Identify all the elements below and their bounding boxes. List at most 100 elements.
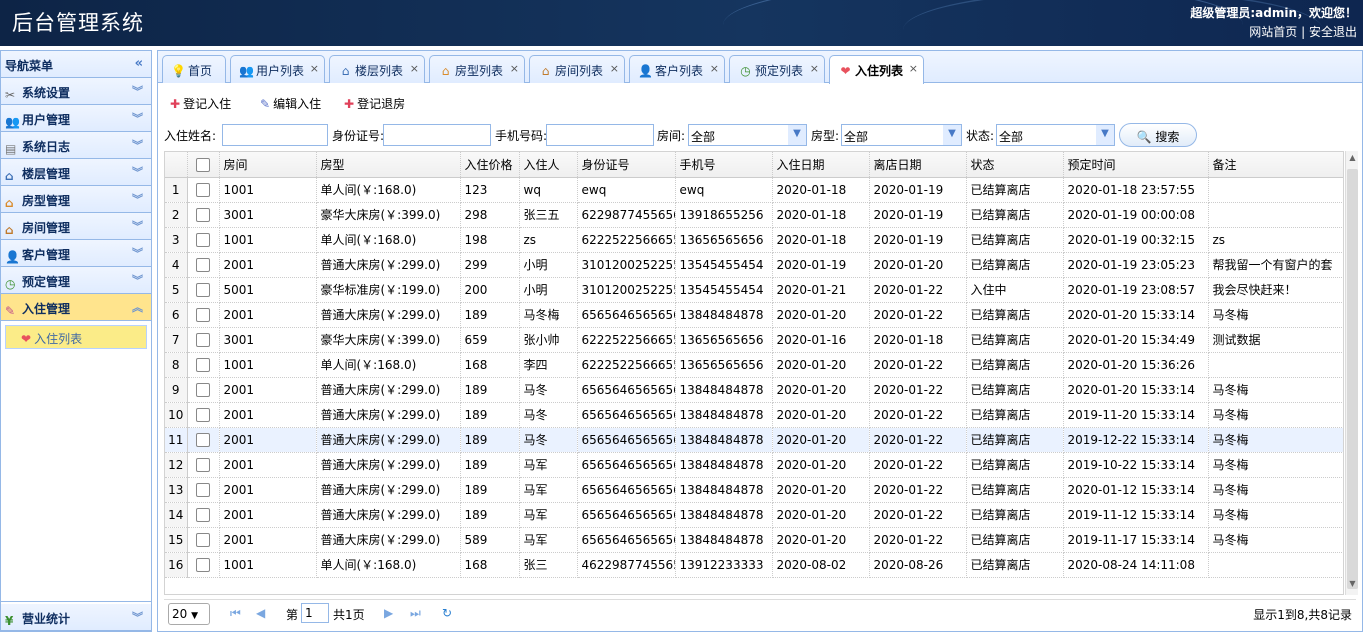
table-row[interactable]: 5 5001 豪华标准房(￥:199.0) 200 小明 3101200252255 135… bbox=[165, 277, 1343, 303]
scrollbar-thumb[interactable] bbox=[1347, 169, 1358, 589]
column-header[interactable]: 手机号 bbox=[675, 152, 773, 178]
close-tab-icon[interactable]: × bbox=[710, 62, 719, 75]
tab-label: 客户列表 bbox=[655, 64, 704, 78]
edit-checkin-button[interactable]: ✎ 编辑入住 bbox=[260, 95, 321, 112]
column-header[interactable]: 房型 bbox=[316, 152, 461, 178]
row-checkbox[interactable] bbox=[196, 282, 210, 297]
tab-2[interactable]: 👥 用户列表 × bbox=[230, 55, 325, 83]
column-header[interactable]: 状态 bbox=[966, 152, 1064, 178]
table-row[interactable]: 4 2001 普通大床房(￥:299.0) 299 小明 3101200252255 135… bbox=[165, 252, 1343, 278]
column-header[interactable]: 预定时间 bbox=[1063, 152, 1209, 178]
table-cell: 马冬梅 bbox=[1208, 527, 1343, 553]
column-header[interactable]: 入住价格 bbox=[460, 152, 520, 178]
row-checkbox[interactable] bbox=[196, 307, 210, 322]
prev-page-icon[interactable]: ◀ bbox=[256, 606, 265, 620]
row-checkbox[interactable] bbox=[196, 357, 210, 372]
close-tab-icon[interactable]: × bbox=[909, 62, 918, 75]
sidebar-link-checkin-list[interactable]: ❤ 入住列表 bbox=[5, 325, 147, 349]
row-checkbox[interactable] bbox=[196, 432, 210, 447]
sidebar-item-2[interactable]: 👥 用户管理 ︾ bbox=[1, 105, 151, 132]
table-row[interactable]: 16 1001 单人间(￥:168.0) 168 张三 4622987745565 1391… bbox=[165, 552, 1343, 578]
table-cell: 马冬梅 bbox=[1208, 452, 1343, 478]
type-select[interactable]: 全部 ▼ bbox=[841, 124, 962, 146]
phone-input[interactable] bbox=[546, 124, 654, 146]
row-checkbox-cell bbox=[187, 277, 220, 303]
table-row[interactable]: 3 1001 单人间(￥:168.0) 198 zs 6222522566655 13656… bbox=[165, 227, 1343, 253]
sidebar-item-6[interactable]: ⌂ 房间管理 ︾ bbox=[1, 213, 151, 240]
table-row[interactable]: 13 2001 普通大床房(￥:299.0) 189 马军 6565646565656 13… bbox=[165, 477, 1343, 503]
row-checkbox[interactable] bbox=[196, 207, 210, 222]
sidebar-item-5[interactable]: ⌂ 房型管理 ︾ bbox=[1, 186, 151, 213]
page-number-input[interactable]: 1 bbox=[301, 603, 329, 623]
table-row[interactable]: 1 1001 单人间(￥:168.0) 123 wq ewq ewq 2020-01-18 20… bbox=[165, 177, 1343, 203]
site-home-link[interactable]: 网站首页 bbox=[1249, 25, 1297, 39]
room-select[interactable]: 全部 ▼ bbox=[688, 124, 807, 146]
column-header[interactable]: 身份证号 bbox=[577, 152, 676, 178]
table-row[interactable]: 9 2001 普通大床房(￥:299.0) 189 马冬 6565646565656 138… bbox=[165, 377, 1343, 403]
row-checkbox[interactable] bbox=[196, 332, 210, 347]
last-page-icon[interactable]: ⏭ bbox=[410, 606, 421, 621]
vertical-scrollbar[interactable]: ▲ ▼ bbox=[1345, 151, 1358, 595]
close-tab-icon[interactable]: × bbox=[410, 62, 419, 75]
add-checkin-button[interactable]: ✚ 登记入住 bbox=[170, 95, 231, 112]
table-row[interactable]: 12 2001 普通大床房(￥:299.0) 189 马军 6565646565656 13… bbox=[165, 452, 1343, 478]
sidebar-item-9[interactable]: ✎ 入住管理 ︽ bbox=[1, 294, 151, 321]
row-checkbox[interactable] bbox=[196, 257, 210, 272]
sidebar-item-7[interactable]: 👤 客户管理 ︾ bbox=[1, 240, 151, 267]
close-tab-icon[interactable]: × bbox=[810, 62, 819, 75]
first-page-icon[interactable]: ⏮ bbox=[230, 606, 241, 621]
select-all-checkbox[interactable] bbox=[196, 157, 210, 172]
logout-link[interactable]: 安全退出 bbox=[1309, 25, 1357, 39]
sidebar-item-3[interactable]: ▤ 系统日志 ︾ bbox=[1, 132, 151, 159]
tab-5[interactable]: ⌂ 房间列表 × bbox=[529, 55, 625, 83]
column-header[interactable]: 房间 bbox=[219, 152, 317, 178]
table-row[interactable]: 2 3001 豪华大床房(￥:399.0) 298 张三五 6229877455656 13… bbox=[165, 202, 1343, 228]
collapse-sidebar-icon[interactable]: « bbox=[135, 56, 143, 71]
row-checkbox[interactable] bbox=[196, 407, 210, 422]
table-row[interactable]: 10 2001 普通大床房(￥:299.0) 189 马冬 6565646565656 13… bbox=[165, 402, 1343, 428]
row-checkbox[interactable] bbox=[196, 532, 210, 547]
table-row[interactable]: 8 1001 单人间(￥:168.0) 168 李四 6222522566655 13656… bbox=[165, 352, 1343, 378]
name-input[interactable] bbox=[222, 124, 328, 146]
tab-8[interactable]: ❤ 入住列表 × bbox=[829, 55, 924, 84]
tab-1[interactable]: 💡 首页 bbox=[162, 55, 226, 83]
scroll-up-icon[interactable]: ▲ bbox=[1346, 153, 1359, 167]
tab-7[interactable]: ◷ 预定列表 × bbox=[729, 55, 825, 83]
tab-6[interactable]: 👤 客户列表 × bbox=[629, 55, 725, 83]
tab-3[interactable]: ⌂ 楼层列表 × bbox=[329, 55, 425, 83]
table-row[interactable]: 6 2001 普通大床房(￥:299.0) 189 马冬梅 6565646565656 13… bbox=[165, 302, 1343, 328]
table-row[interactable]: 7 3001 豪华大床房(￥:399.0) 659 张小帅 6222522566655 13… bbox=[165, 327, 1343, 353]
row-checkbox[interactable] bbox=[196, 182, 210, 197]
row-checkbox[interactable] bbox=[196, 457, 210, 472]
row-checkbox[interactable] bbox=[196, 382, 210, 397]
table-row[interactable]: 14 2001 普通大床房(￥:299.0) 189 马军 6565646565656 13… bbox=[165, 502, 1343, 528]
row-checkbox[interactable] bbox=[196, 232, 210, 247]
row-checkbox[interactable] bbox=[196, 557, 210, 572]
status-select[interactable]: 全部 ▼ bbox=[996, 124, 1115, 146]
page-size-select[interactable]: 20 ▼ bbox=[168, 603, 210, 625]
row-checkbox[interactable] bbox=[196, 507, 210, 522]
close-tab-icon[interactable]: × bbox=[310, 62, 319, 75]
close-tab-icon[interactable]: × bbox=[610, 62, 619, 75]
idcard-input[interactable] bbox=[383, 124, 491, 146]
column-header[interactable]: 备注 bbox=[1208, 152, 1343, 178]
sidebar-item-label: 客户管理 bbox=[22, 248, 71, 262]
row-checkbox[interactable] bbox=[196, 482, 210, 497]
table-row[interactable]: 11 2001 普通大床房(￥:299.0) 189 马冬 6565646565656 13… bbox=[165, 427, 1343, 453]
tab-4[interactable]: ⌂ 房型列表 × bbox=[429, 55, 525, 83]
refresh-icon[interactable]: ↻ bbox=[442, 606, 452, 620]
sidebar-item-4[interactable]: ⌂ 楼层管理 ︾ bbox=[1, 159, 151, 186]
column-header[interactable]: 入住日期 bbox=[772, 152, 870, 178]
column-header[interactable]: 入住人 bbox=[519, 152, 578, 178]
column-header[interactable]: 离店日期 bbox=[869, 152, 967, 178]
table-row[interactable]: 15 2001 普通大床房(￥:299.0) 589 马军 6565646565656 13… bbox=[165, 527, 1343, 553]
close-tab-icon[interactable]: × bbox=[510, 62, 519, 75]
sidebar-item-8[interactable]: ◷ 预定管理 ︾ bbox=[1, 267, 151, 294]
search-button[interactable]: 🔍 搜索 bbox=[1119, 123, 1197, 147]
sidebar-item-1[interactable]: ✂ 系统设置 ︾ bbox=[1, 78, 151, 105]
scroll-down-icon[interactable]: ▼ bbox=[1346, 579, 1359, 593]
next-page-icon[interactable]: ▶ bbox=[384, 606, 393, 620]
checkout-button[interactable]: ✚ 登记退房 bbox=[344, 95, 405, 112]
tab-label: 楼层列表 bbox=[355, 64, 404, 78]
sidebar-item-stats[interactable]: ¥ 营业统计 ︾ bbox=[1, 604, 151, 631]
